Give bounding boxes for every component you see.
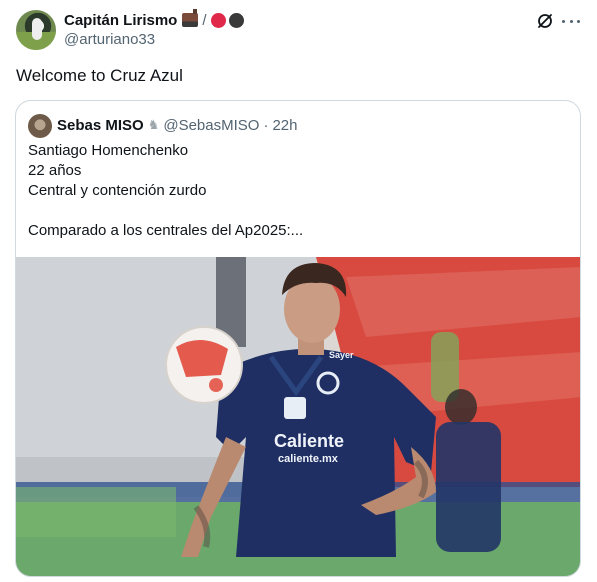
avatar-figure [32,18,42,40]
more-icon[interactable] [562,12,580,30]
goat-icon: ♞ [147,117,160,132]
quoted-post[interactable]: Sebas MISO ♞ @SebasMISO · 22h Santiago H… [15,100,581,577]
more-dot [569,19,573,23]
meta-separator: · [263,116,269,134]
quoted-line: Comparado a los centrales del Ap2025:... [28,222,304,239]
tweet-text: Welcome to Cruz Azul [16,66,183,85]
quoted-author-avatar[interactable] [28,114,52,138]
post: Capitán Lirismo / @arturiano33 Welcome t… [0,0,597,582]
jersey-sponsor-url: caliente.mx [278,453,339,465]
author-name-row: Capitán Lirismo / [64,9,244,30]
jersey-sleeve: Sayer [329,350,354,360]
author-avatar[interactable] [16,10,56,50]
emoji-separator: / [202,11,207,29]
quoted-line: Santiago Homenchenko [28,142,189,159]
train-emoji-icon [182,9,199,27]
more-dot [562,19,565,23]
quoted-header: Sebas MISO ♞ @SebasMISO · 22h [57,115,297,135]
quoted-line: Central y contención zurdo [28,182,207,199]
more-dot [577,19,580,23]
author-handle[interactable]: @arturiano33 [64,31,155,48]
black-circle-emoji-icon [228,12,244,28]
quoted-line: 22 años [28,162,82,179]
quoted-line [28,201,303,221]
author-emoji-group: / [182,9,244,29]
quoted-time[interactable]: 22h [272,117,297,134]
quoted-photo[interactable]: Caliente caliente.mx Sayer [16,257,581,577]
jersey-sponsor: Caliente [274,431,344,451]
quoted-display-name[interactable]: Sebas MISO [57,117,144,134]
quoted-handle[interactable]: @SebasMISO [163,117,259,134]
grok-icon[interactable] [536,12,554,30]
author-display-name[interactable]: Capitán Lirismo [64,12,177,29]
red-circle-emoji-icon [210,12,226,28]
quoted-body: Santiago Homenchenko 22 años Central y c… [28,141,303,241]
